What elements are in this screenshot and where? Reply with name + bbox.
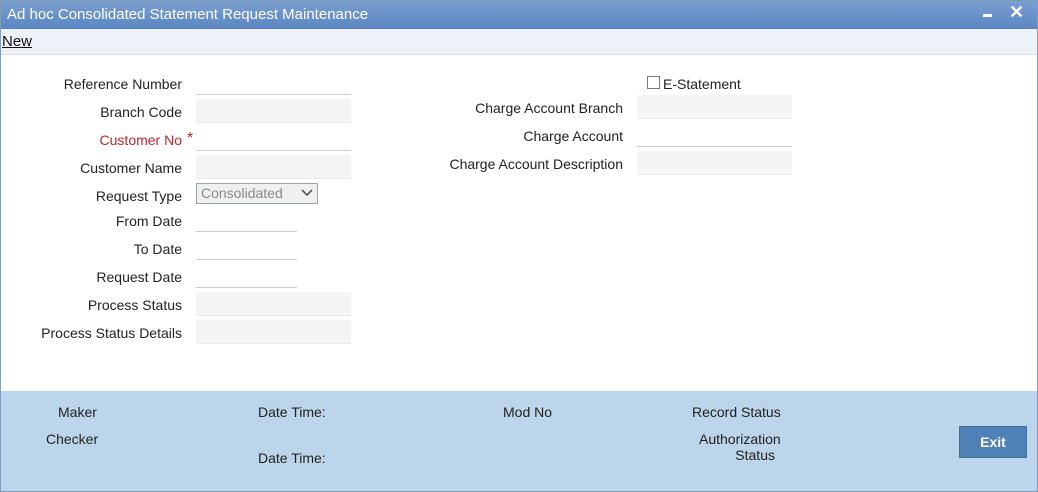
- process-status-field: [196, 292, 351, 316]
- process-status-details-field: [196, 320, 351, 344]
- title-bar: Ad hoc Consolidated Statement Request Ma…: [1, 1, 1037, 29]
- from-date-label: From Date: [115, 213, 182, 229]
- e-statement-checkbox[interactable]: [647, 76, 660, 89]
- mod-no-label: Mod No: [503, 404, 553, 420]
- request-date-label: Request Date: [96, 269, 182, 285]
- request-type-value: Consolidated: [201, 185, 283, 201]
- request-type-label: Request Type: [95, 188, 182, 204]
- maker-date-time-label: Date Time:: [258, 404, 326, 420]
- checker-date-time-label: Date Time:: [258, 450, 326, 466]
- charge-account-description-label: Charge Account Description: [449, 156, 623, 172]
- reference-number-label: Reference Number: [63, 76, 182, 92]
- process-status-details-label: Process Status Details: [41, 325, 182, 341]
- chevron-down-icon: [301, 189, 313, 197]
- authorization-status-label-line2: Status: [735, 447, 775, 463]
- new-link[interactable]: New: [2, 33, 32, 50]
- menu-bar: New: [1, 29, 1037, 55]
- to-date-field[interactable]: [196, 236, 297, 260]
- request-type-select[interactable]: Consolidated: [196, 183, 318, 204]
- reference-number-field[interactable]: [196, 71, 351, 95]
- minimize-icon[interactable]: [981, 3, 995, 23]
- exit-button[interactable]: Exit: [959, 426, 1027, 458]
- branch-code-label: Branch Code: [100, 104, 182, 120]
- charge-account-description-field: [637, 151, 792, 175]
- process-status-label: Process Status: [87, 297, 182, 313]
- record-status-label: Record Status: [692, 404, 781, 420]
- to-date-label: To Date: [133, 241, 182, 257]
- charge-account-branch-field: [637, 95, 792, 119]
- window-title: Ad hoc Consolidated Statement Request Ma…: [7, 6, 369, 23]
- close-icon[interactable]: ✕: [1009, 1, 1024, 23]
- maker-label: Maker: [58, 404, 97, 420]
- required-asterisk: *: [187, 130, 194, 147]
- customer-name-label: Customer Name: [80, 160, 182, 176]
- customer-no-label: Customer No: [99, 132, 182, 148]
- from-date-field[interactable]: [196, 208, 297, 232]
- window: Ad hoc Consolidated Statement Request Ma…: [0, 0, 1038, 492]
- customer-name-field: [196, 155, 351, 179]
- e-statement-label: E-Statement: [663, 76, 741, 92]
- charge-account-field[interactable]: [637, 123, 792, 147]
- request-date-field[interactable]: [196, 264, 297, 288]
- branch-code-field: [196, 99, 351, 123]
- charge-account-branch-label: Charge Account Branch: [475, 100, 623, 116]
- authorization-status-label-line1: Authorization: [699, 431, 781, 447]
- customer-no-field[interactable]: [196, 127, 351, 151]
- checker-label: Checker: [46, 431, 99, 447]
- charge-account-label: Charge Account: [523, 128, 623, 144]
